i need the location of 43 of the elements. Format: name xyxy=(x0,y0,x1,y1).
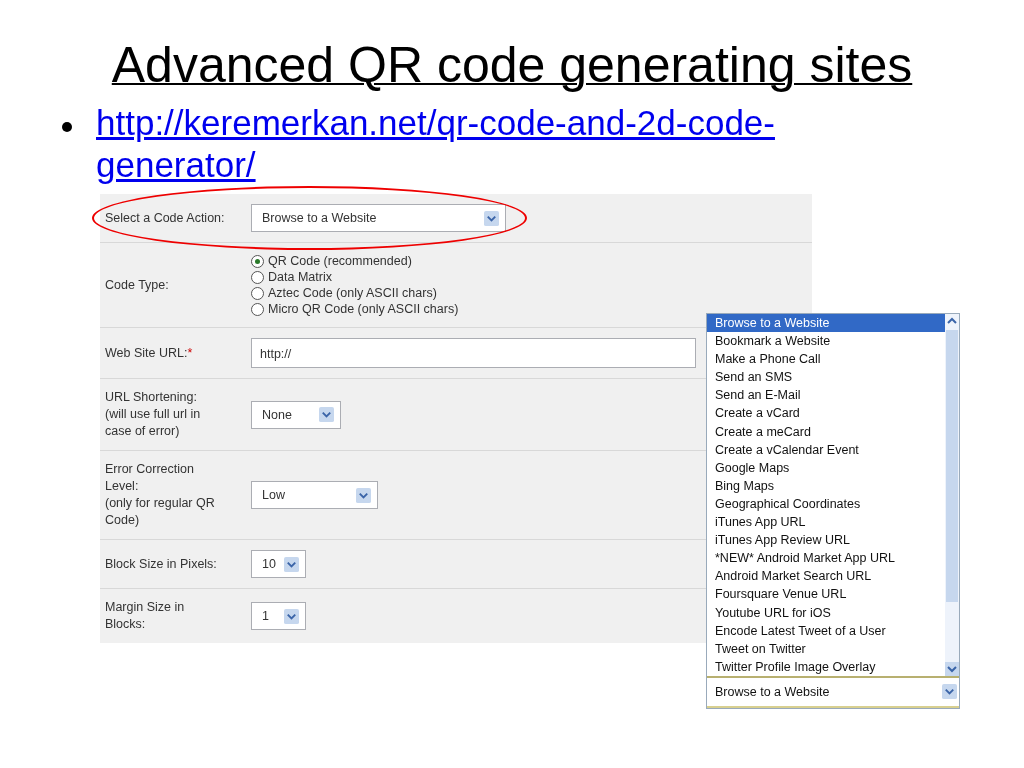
dropdown-option[interactable]: Bookmark a Website xyxy=(707,332,945,351)
dropdown-option[interactable]: Create a vCalendar Event xyxy=(707,440,945,459)
dropdown-option[interactable]: Encode Latest Tweet of a User xyxy=(707,621,945,640)
select-field[interactable]: None xyxy=(251,400,341,429)
dropdown-option[interactable]: *NEW* Android Market App URL xyxy=(707,549,945,568)
field-label: Code Type: xyxy=(104,276,170,294)
scroll-down-icon[interactable] xyxy=(945,661,959,676)
dropdown-option[interactable]: iTunes App URL xyxy=(707,513,945,532)
dropdown-option[interactable]: Send an E-Mail xyxy=(707,386,945,405)
select-field[interactable]: 1 xyxy=(251,602,306,630)
select-field[interactable]: 10 xyxy=(251,550,306,578)
select-field[interactable]: Low xyxy=(251,481,378,509)
field-label: Margin Size in Blocks: xyxy=(104,599,186,633)
field-label: Select a Code Action: xyxy=(104,209,226,227)
dropdown-option[interactable]: Google Maps xyxy=(707,458,945,477)
dropdown-option[interactable]: Create a vCard xyxy=(707,404,945,423)
dropdown-option[interactable]: iTunes App Review URL xyxy=(707,531,945,550)
dropdown-option[interactable]: Browse to a Website xyxy=(707,314,945,333)
dropdown-option[interactable]: Make a Phone Call xyxy=(707,350,945,369)
dropdown-option[interactable]: Android Market Search URL xyxy=(707,567,945,586)
radio-option[interactable]: Micro QR Code (only ASCII chars) xyxy=(251,301,812,317)
url-input-field[interactable]: http:// xyxy=(251,338,696,368)
dropdown-option[interactable]: Send an SMS xyxy=(707,368,945,387)
dropdown-option[interactable]: Tweet on Twitter xyxy=(707,639,945,658)
select-field[interactable]: Browse to a Website xyxy=(707,675,959,708)
dropdown-option[interactable]: Geographical Coordinates xyxy=(707,494,945,514)
scrollbar[interactable] xyxy=(945,314,959,676)
link[interactable]: http://keremerkan.net/qr-code-and-2d-code-generator/ xyxy=(96,102,926,186)
field-label: URL Shortening: (will use full url in case of error) xyxy=(104,389,202,440)
dropdown-option[interactable]: Twitter Profile Image Overlay xyxy=(707,657,945,676)
field-label: Error Correction Level: (only for regular QR Code) xyxy=(104,461,216,529)
field-label: Block Size in Pixels: xyxy=(104,555,218,573)
radio-option[interactable]: Data Matrix xyxy=(251,269,812,285)
slide-title: Advanced QR code generating sites xyxy=(111,36,913,95)
radio-option[interactable]: QR Code (recommended) xyxy=(251,253,812,269)
dropdown-option[interactable]: Bing Maps xyxy=(707,476,945,495)
radio-option[interactable]: Aztec Code (only ASCII chars) xyxy=(251,285,812,301)
dropdown-option[interactable]: Foursquare Venue URL xyxy=(707,585,945,604)
select-field[interactable]: Browse to a Website xyxy=(251,204,506,232)
dropdown-option[interactable]: Youtube URL for iOS xyxy=(707,603,945,622)
dropdown-option[interactable]: Create a meCard xyxy=(707,422,945,441)
field-label: Web Site URL:* xyxy=(104,344,194,362)
bullet-icon xyxy=(62,122,72,132)
